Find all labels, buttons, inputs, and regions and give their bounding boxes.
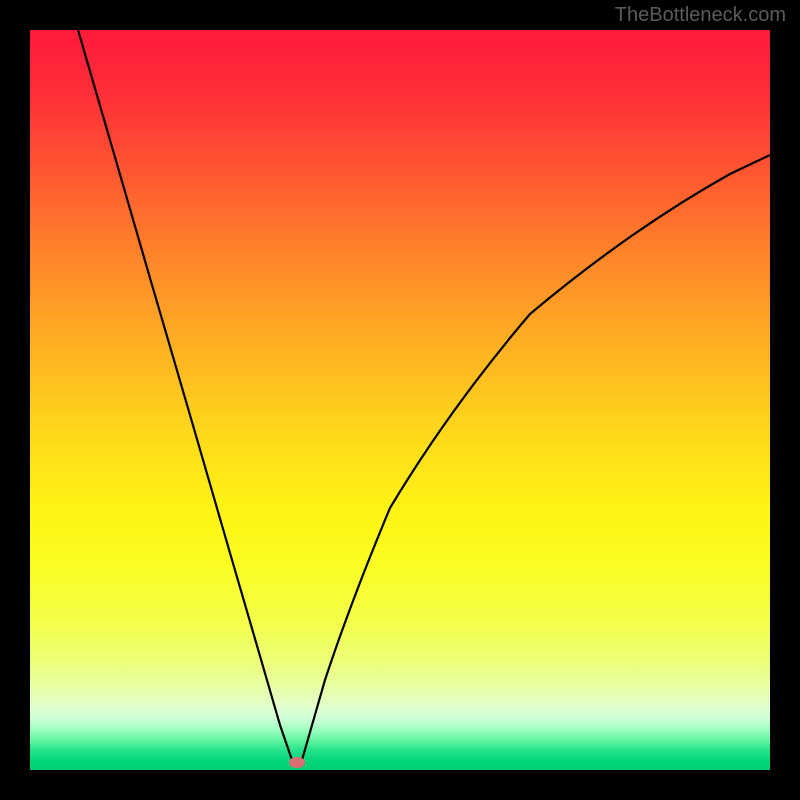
chart-plot-area (30, 30, 770, 770)
curve-svg (30, 30, 770, 770)
attribution-text: TheBottleneck.com (615, 4, 786, 27)
bottleneck-curve (78, 30, 770, 765)
optimum-marker (289, 757, 305, 768)
